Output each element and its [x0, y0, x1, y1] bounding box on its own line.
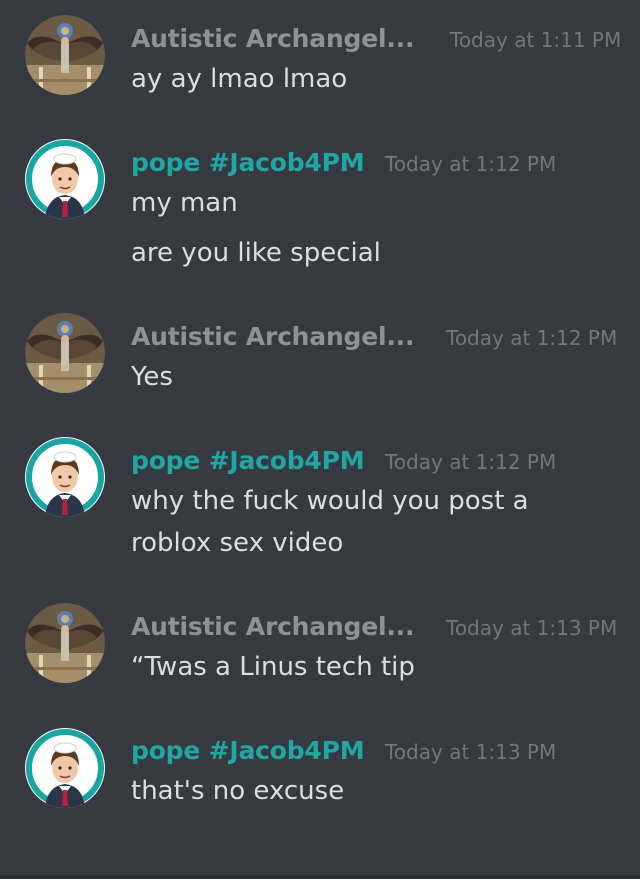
message-text: ay ay lmao lmao: [131, 64, 348, 94]
message-author[interactable]: pope #Jacob4PM: [131, 148, 365, 177]
message-author[interactable]: pope #Jacob4PM: [131, 736, 365, 765]
message-author[interactable]: Autistic Archangel...: [131, 612, 414, 641]
message-text: roblox sex video: [131, 528, 344, 558]
message-author[interactable]: Autistic Archangel...: [131, 322, 414, 351]
message-author[interactable]: pope #Jacob4PM: [131, 446, 365, 475]
archangel-avatar[interactable]: [25, 603, 105, 683]
chat-messages: Autistic Archangel... Today at 1:11 PM a…: [0, 0, 640, 879]
message-timestamp: Today at 1:11 PM: [450, 28, 622, 52]
message-text: are you like special: [131, 238, 381, 268]
message-text: Yes: [131, 362, 173, 392]
pope-avatar[interactable]: [25, 437, 105, 517]
pope-avatar[interactable]: [25, 728, 105, 808]
message-author[interactable]: Autistic Archangel...: [131, 24, 414, 53]
archangel-avatar[interactable]: [25, 15, 105, 95]
message-timestamp: Today at 1:12 PM: [446, 326, 618, 350]
archangel-avatar[interactable]: [25, 313, 105, 393]
pope-avatar[interactable]: [25, 139, 105, 219]
message-timestamp: Today at 1:12 PM: [385, 152, 557, 176]
message-timestamp: Today at 1:13 PM: [446, 616, 618, 640]
message-text: why the fuck would you post a: [131, 486, 529, 516]
message-text: my man: [131, 188, 238, 218]
message-timestamp: Today at 1:13 PM: [385, 740, 557, 764]
message-text: “Twas a Linus tech tip: [131, 652, 415, 682]
message-text: that's no excuse: [131, 776, 345, 806]
bottom-divider: [0, 875, 640, 879]
message-timestamp: Today at 1:12 PM: [385, 450, 557, 474]
